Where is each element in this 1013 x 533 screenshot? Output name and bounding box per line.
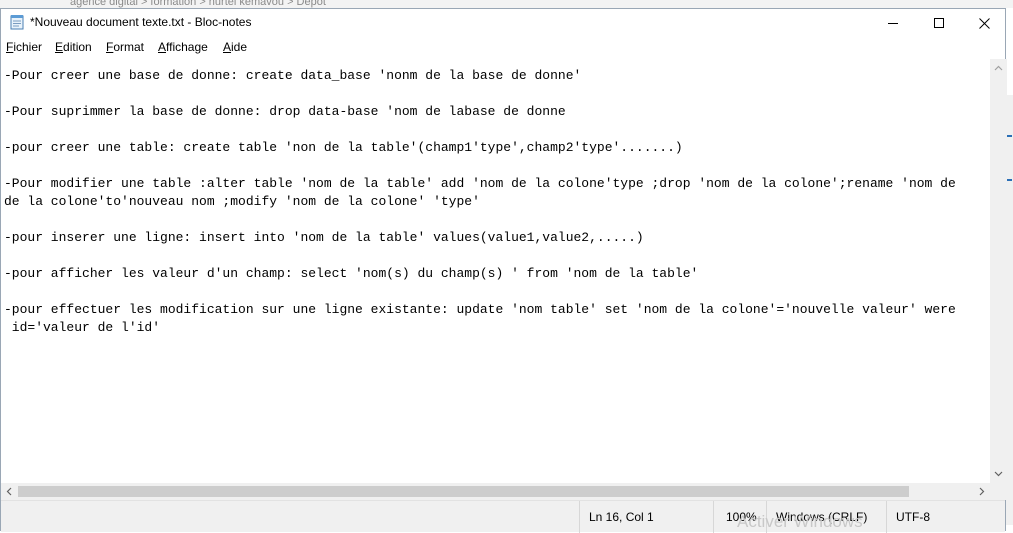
text-editor[interactable]: -Pour creer une base de donne: create da… [1,59,990,483]
menu-affichage[interactable]: Affichage [158,40,208,54]
text-line: id='valeur de l'id' [4,320,161,335]
minimize-icon [888,23,898,24]
horizontal-scroll-thumb[interactable] [18,486,909,497]
text-line: -Pour creer une base de donne: create da… [4,68,582,83]
notepad-window: *Nouveau document texte.txt - Bloc-notes… [0,8,1007,533]
scroll-right-icon[interactable] [977,487,986,496]
close-button[interactable] [961,9,1007,37]
background-window-strip: agence digital > formation > hurtel kema… [0,0,1013,8]
notepad-icon [10,15,24,30]
close-icon [978,17,990,29]
scroll-up-icon[interactable] [994,64,1003,73]
maximize-button[interactable] [916,9,962,37]
text-line: -pour inserer une ligne: insert into 'no… [4,230,644,245]
scroll-left-icon[interactable] [5,487,14,496]
text-line: -pour effectuer les modification sur une… [4,302,956,317]
menu-edition[interactable]: Edition [55,40,92,54]
vertical-scrollbar[interactable] [990,59,1007,483]
cursor-position: Ln 16, Col 1 [579,501,713,533]
maximize-icon [934,18,944,28]
background-breadcrumb: agence digital > formation > hurtel kema… [70,0,326,8]
menu-fichier[interactable]: Fichier [6,40,42,54]
menu-format[interactable]: Format [106,40,144,54]
text-line: -Pour modifier une table :alter table 'n… [4,176,956,191]
scrollbar-corner [990,483,1007,500]
text-line: -pour creer une table: create table 'non… [4,140,683,155]
menu-bar: Fichier Edition Format Affichage Aide [1,38,1005,58]
minimize-button[interactable] [870,9,916,37]
text-line: -pour afficher les valeur d'un champ: se… [4,266,699,281]
window-title: *Nouveau document texte.txt - Bloc-notes [30,15,252,29]
horizontal-scrollbar[interactable] [1,483,990,500]
text-line: -Pour suprimmer la base de donne: drop d… [4,104,566,119]
activation-watermark: Activer Windows [737,512,863,531]
text-line: de la colone'to'nouveau nom ;modify 'nom… [4,194,480,209]
encoding: UTF-8 [886,501,1005,533]
menu-aide[interactable]: Aide [223,40,247,54]
scroll-down-icon[interactable] [994,469,1003,478]
title-bar[interactable]: *Nouveau document texte.txt - Bloc-notes [1,9,1005,37]
